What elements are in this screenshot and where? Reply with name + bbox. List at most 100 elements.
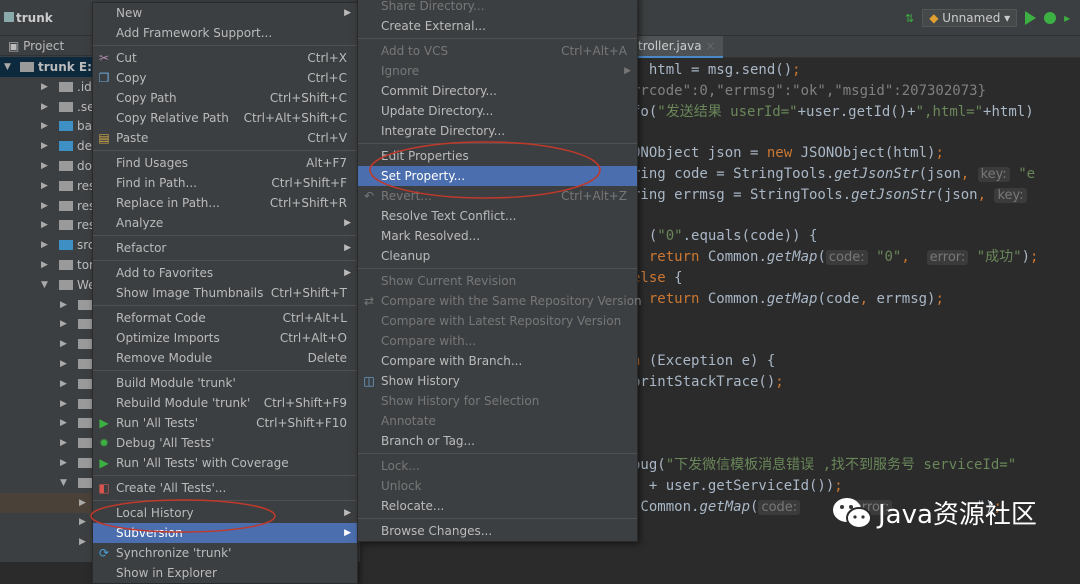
menu-item-update-directory[interactable]: Update Directory... [358,101,637,121]
menu-item-create-external[interactable]: Create External... [358,16,637,36]
expand-arrow-icon[interactable]: ▶ [60,314,67,334]
debug-icon[interactable] [1044,12,1057,24]
menu-item-cleanup[interactable]: Cleanup [358,246,637,266]
expand-arrow-icon[interactable]: ▶ [41,196,48,216]
menu-item-paste[interactable]: ▤ Paste Ctrl+V [93,128,357,148]
menu-item-commit-directory[interactable]: Commit Directory... [358,81,637,101]
menu-item-label: Copy Relative Path [116,111,229,125]
menu-item-revert[interactable]: ↶ Revert... Ctrl+Alt+Z [358,186,637,206]
editor-tab[interactable]: troller.java × [638,36,724,58]
expand-arrow-icon[interactable]: ▶ [60,433,67,453]
menu-item-show-history-for-selection[interactable]: Show History for Selection [358,391,637,411]
folder-icon [59,240,73,251]
expand-arrow-icon[interactable]: ▶ [41,97,48,117]
menu-item-remove-module[interactable]: Remove Module Delete [93,348,357,368]
menu-item-compare-with-branch[interactable]: Compare with Branch... [358,351,637,371]
menu-item-relocate[interactable]: Relocate... [358,496,637,516]
menu-item-add-to-favorites[interactable]: Add to Favorites ▶ [93,263,357,283]
expand-arrow-icon[interactable]: ▶ [41,235,48,255]
breadcrumb[interactable]: trunk [4,11,53,25]
code-editor[interactable]: troller.java × html = msg.send(); rrcode"… [632,36,1080,562]
menu-item-local-history[interactable]: Local History ▶ [93,503,357,523]
menu-item-edit-properties[interactable]: Edit Properties [358,146,637,166]
menu-item-unlock[interactable]: Unlock [358,476,637,496]
menu-item-browse-changes[interactable]: Browse Changes... [358,521,637,541]
menu-item-run-all-tests[interactable]: ▶ Run 'All Tests' Ctrl+Shift+F10 [93,413,357,433]
menu-item-branch-or-tag[interactable]: Branch or Tag... [358,431,637,451]
code-line: return Common.getMap(code: "0", error: "… [632,247,1038,268]
menu-item-subversion[interactable]: Subversion ▶ [93,523,357,543]
expand-arrow-icon[interactable]: ▶ [60,413,67,433]
menu-item-copy[interactable]: ❐ Copy Ctrl+C [93,68,357,88]
menu-item-cut[interactable]: ✂ Cut Ctrl+X [93,48,357,68]
expand-arrow-icon[interactable]: ▶ [60,334,67,354]
menu-item-compare-with[interactable]: Compare with... [358,331,637,351]
menu-item-replace-in-path[interactable]: Replace in Path... Ctrl+Shift+R [93,193,357,213]
project-icon: ▣ [8,39,24,53]
menu-item-mark-resolved[interactable]: Mark Resolved... [358,226,637,246]
expand-arrow-icon[interactable]: ▶ [60,295,67,315]
menu-item-build-module-trunk[interactable]: Build Module 'trunk' [93,373,357,393]
expand-arrow-icon[interactable]: ▶ [60,394,67,414]
menu-item-debug-all-tests[interactable]: ✹ Debug 'All Tests' [93,433,357,453]
sort-icon[interactable]: ⇅ [905,12,914,25]
menu-item-lock[interactable]: Lock... [358,456,637,476]
submenu-arrow-icon: ▶ [344,508,351,518]
menu-item-show-current-revision[interactable]: Show Current Revision [358,271,637,291]
expand-arrow-icon[interactable]: ▶ [79,512,86,532]
collapse-arrow-icon[interactable]: ▼ [60,473,67,493]
expand-arrow-icon[interactable]: ▶ [41,255,48,275]
run-icon[interactable] [1025,11,1037,25]
menu-item-find-usages[interactable]: Find Usages Alt+F7 [93,153,357,173]
menu-item-add-framework-support[interactable]: Add Framework Support... [93,23,357,43]
menu-item-set-property[interactable]: Set Property... [358,166,637,186]
tree-item-label: trunk E:\ [38,60,97,74]
expand-arrow-icon[interactable]: ▶ [79,532,86,552]
menu-item-show-image-thumbnails[interactable]: Show Image Thumbnails Ctrl+Shift+T [93,283,357,303]
menu-item-label: Build Module 'trunk' [116,376,236,390]
menu-item-label: Paste [116,131,149,145]
menu-item-reformat-code[interactable]: Reformat Code Ctrl+Alt+L [93,308,357,328]
expand-arrow-icon[interactable]: ▶ [60,354,67,374]
collapse-arrow-icon[interactable]: ▼ [4,57,11,77]
menu-item-annotate[interactable]: Annotate [358,411,637,431]
menu-item-rebuild-module-trunk[interactable]: Rebuild Module 'trunk' Ctrl+Shift+F9 [93,393,357,413]
code-area[interactable]: html = msg.send(); rrcode":0,"errmsg":"ok… [632,60,1038,518]
expand-arrow-icon[interactable]: ▶ [60,453,67,473]
expand-arrow-icon[interactable]: ▶ [79,493,86,513]
menu-item-add-to-vcs[interactable]: Add to VCS Ctrl+Alt+A [358,41,637,61]
menu-item-resolve-text-conflict[interactable]: Resolve Text Conflict... [358,206,637,226]
expand-arrow-icon[interactable]: ▶ [41,77,48,97]
expand-arrow-icon[interactable]: ▶ [41,116,48,136]
history-icon: ◫ [363,374,375,388]
menu-item-find-in-path[interactable]: Find in Path... Ctrl+Shift+F [93,173,357,193]
menu-item-label: Create 'All Tests'... [116,481,227,495]
close-tab-icon[interactable]: × [705,39,715,53]
menu-item-share-directory[interactable]: Share Directory... [358,0,637,16]
expand-arrow-icon[interactable]: ▶ [41,136,48,156]
menu-item-show-history[interactable]: ◫ Show History [358,371,637,391]
menu-item-new[interactable]: New ▶ [93,3,357,23]
menu-item-compare-with-the-same-repository-version[interactable]: ⇄ Compare with the Same Repository Versio… [358,291,642,311]
expand-arrow-icon[interactable]: ▶ [60,374,67,394]
expand-arrow-icon[interactable]: ▶ [41,176,48,196]
menu-item-compare-with-latest-repository-version[interactable]: Compare with Latest Repository Version [358,311,637,331]
menu-item-synchronize-trunk[interactable]: ⟳ Synchronize 'trunk' [93,543,357,563]
menu-item-optimize-imports[interactable]: Optimize Imports Ctrl+Alt+O [93,328,357,348]
menu-item-run-all-tests-with-coverage[interactable]: ▶ Run 'All Tests' with Coverage [93,453,357,473]
menu-item-create-all-tests[interactable]: ◧ Create 'All Tests'... [93,478,357,498]
menu-item-integrate-directory[interactable]: Integrate Directory... [358,121,637,141]
expand-arrow-icon[interactable]: ▶ [41,156,48,176]
menu-item-copy-relative-path[interactable]: Copy Relative Path Ctrl+Alt+Shift+C [93,108,357,128]
coverage-icon[interactable]: ▸ [1064,11,1070,25]
run-config-dropdown[interactable]: ◆ Unnamed ▾ [922,9,1018,27]
shortcut-label: Ctrl+V [307,131,347,145]
menu-item-refactor[interactable]: Refactor ▶ [93,238,357,258]
menu-item-ignore[interactable]: Ignore ▶ [358,61,637,81]
menu-item-analyze[interactable]: Analyze ▶ [93,213,357,233]
menu-item-show-in-explorer[interactable]: Show in Explorer [93,563,357,583]
collapse-arrow-icon[interactable]: ▼ [41,275,48,295]
menu-item-copy-path[interactable]: Copy Path Ctrl+Shift+C [93,88,357,108]
expand-arrow-icon[interactable]: ▶ [41,215,48,235]
